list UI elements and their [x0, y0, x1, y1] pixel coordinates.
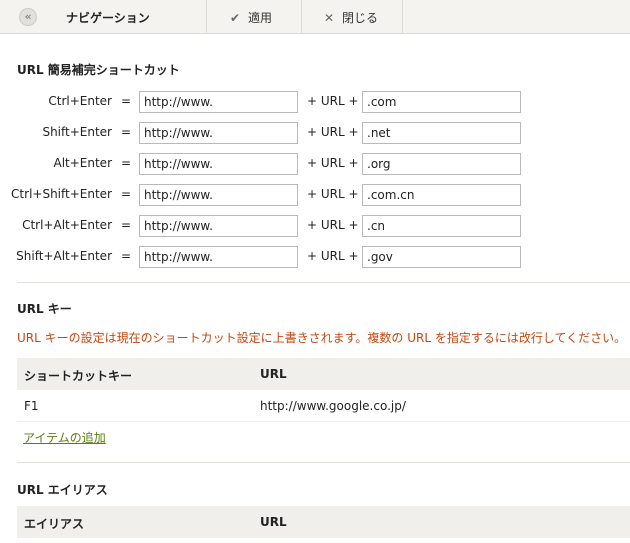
- prefix-input[interactable]: [139, 153, 298, 175]
- suffix-input[interactable]: [362, 122, 521, 144]
- plus-url-label: + URL +: [307, 249, 359, 263]
- prefix-input[interactable]: [139, 184, 298, 206]
- close-icon: ✕: [324, 11, 335, 25]
- back-icon[interactable]: «: [19, 8, 37, 26]
- equals-sign: =: [121, 125, 132, 139]
- toolbar-divider: [301, 0, 302, 34]
- apply-button[interactable]: ✔ 適用: [230, 9, 272, 26]
- prefix-input[interactable]: [139, 246, 298, 268]
- check-icon: ✔: [230, 11, 241, 25]
- equals-sign: =: [121, 249, 132, 263]
- plus-url-label: + URL +: [307, 218, 359, 232]
- shortcut-row: Alt+Enter = + URL +: [0, 153, 630, 175]
- shortcut-combo: Ctrl+Shift+Enter: [11, 187, 112, 201]
- plus-url-label: + URL +: [307, 125, 359, 139]
- url-cell: http://www.google.co.jp/: [260, 399, 406, 413]
- shortcut-combo: Ctrl+Alt+Enter: [22, 218, 112, 232]
- shortcut-combo: Shift+Enter: [42, 125, 112, 139]
- section-divider: [17, 462, 630, 463]
- close-button[interactable]: ✕ 閉じる: [324, 9, 378, 26]
- plus-url-label: + URL +: [307, 187, 359, 201]
- section-title-shortcuts: URL 簡易補完ショートカット: [17, 63, 180, 77]
- close-label: 閉じる: [342, 11, 379, 25]
- apply-label: 適用: [248, 11, 273, 25]
- toolbar-divider: [206, 0, 207, 34]
- column-header-url: URL: [260, 367, 287, 381]
- plus-url-label: + URL +: [307, 94, 359, 108]
- shortcut-row: Ctrl+Enter = + URL +: [0, 91, 630, 113]
- column-header-shortcut: ショートカットキー: [24, 369, 133, 383]
- section-divider: [17, 282, 630, 283]
- url-key-notice: URL キーの設定は現在のショートカット設定に上書きされます。複数の URL を…: [17, 331, 627, 345]
- page-title: ナビゲーション: [66, 11, 150, 25]
- shortcut-row: Ctrl+Shift+Enter = + URL +: [0, 184, 630, 206]
- section-title-aliases: URL エイリアス: [17, 483, 108, 497]
- table-row[interactable]: F1 http://www.google.co.jp/: [17, 390, 630, 422]
- prefix-input[interactable]: [139, 122, 298, 144]
- shortcut-combo: Alt+Enter: [53, 156, 112, 170]
- url-keys-table-header: ショートカットキー URL: [17, 358, 630, 390]
- equals-sign: =: [121, 187, 132, 201]
- equals-sign: =: [121, 156, 132, 170]
- shortcut-row: Shift+Enter = + URL +: [0, 122, 630, 144]
- equals-sign: =: [121, 218, 132, 232]
- suffix-input[interactable]: [362, 215, 521, 237]
- suffix-input[interactable]: [362, 91, 521, 113]
- suffix-input[interactable]: [362, 153, 521, 175]
- toolbar-divider: [402, 0, 403, 34]
- suffix-input[interactable]: [362, 246, 521, 268]
- prefix-input[interactable]: [139, 91, 298, 113]
- column-header-alias: エイリアス: [24, 517, 85, 531]
- toolbar: « ナビゲーション ✔ 適用 ✕ 閉じる: [0, 0, 630, 34]
- shortcut-row: Shift+Alt+Enter = + URL +: [0, 246, 630, 268]
- shortcut-combo: Ctrl+Enter: [48, 94, 112, 108]
- shortcut-row: Ctrl+Alt+Enter = + URL +: [0, 215, 630, 237]
- column-header-url: URL: [260, 515, 287, 529]
- section-title-url-keys: URL キー: [17, 302, 72, 316]
- shortcut-key-cell: F1: [24, 399, 39, 413]
- plus-url-label: + URL +: [307, 156, 359, 170]
- equals-sign: =: [121, 94, 132, 108]
- aliases-table-header: エイリアス URL: [17, 506, 630, 538]
- shortcut-combo: Shift+Alt+Enter: [16, 249, 112, 263]
- add-item-link[interactable]: アイテムの追加: [23, 429, 106, 446]
- suffix-input[interactable]: [362, 184, 521, 206]
- prefix-input[interactable]: [139, 215, 298, 237]
